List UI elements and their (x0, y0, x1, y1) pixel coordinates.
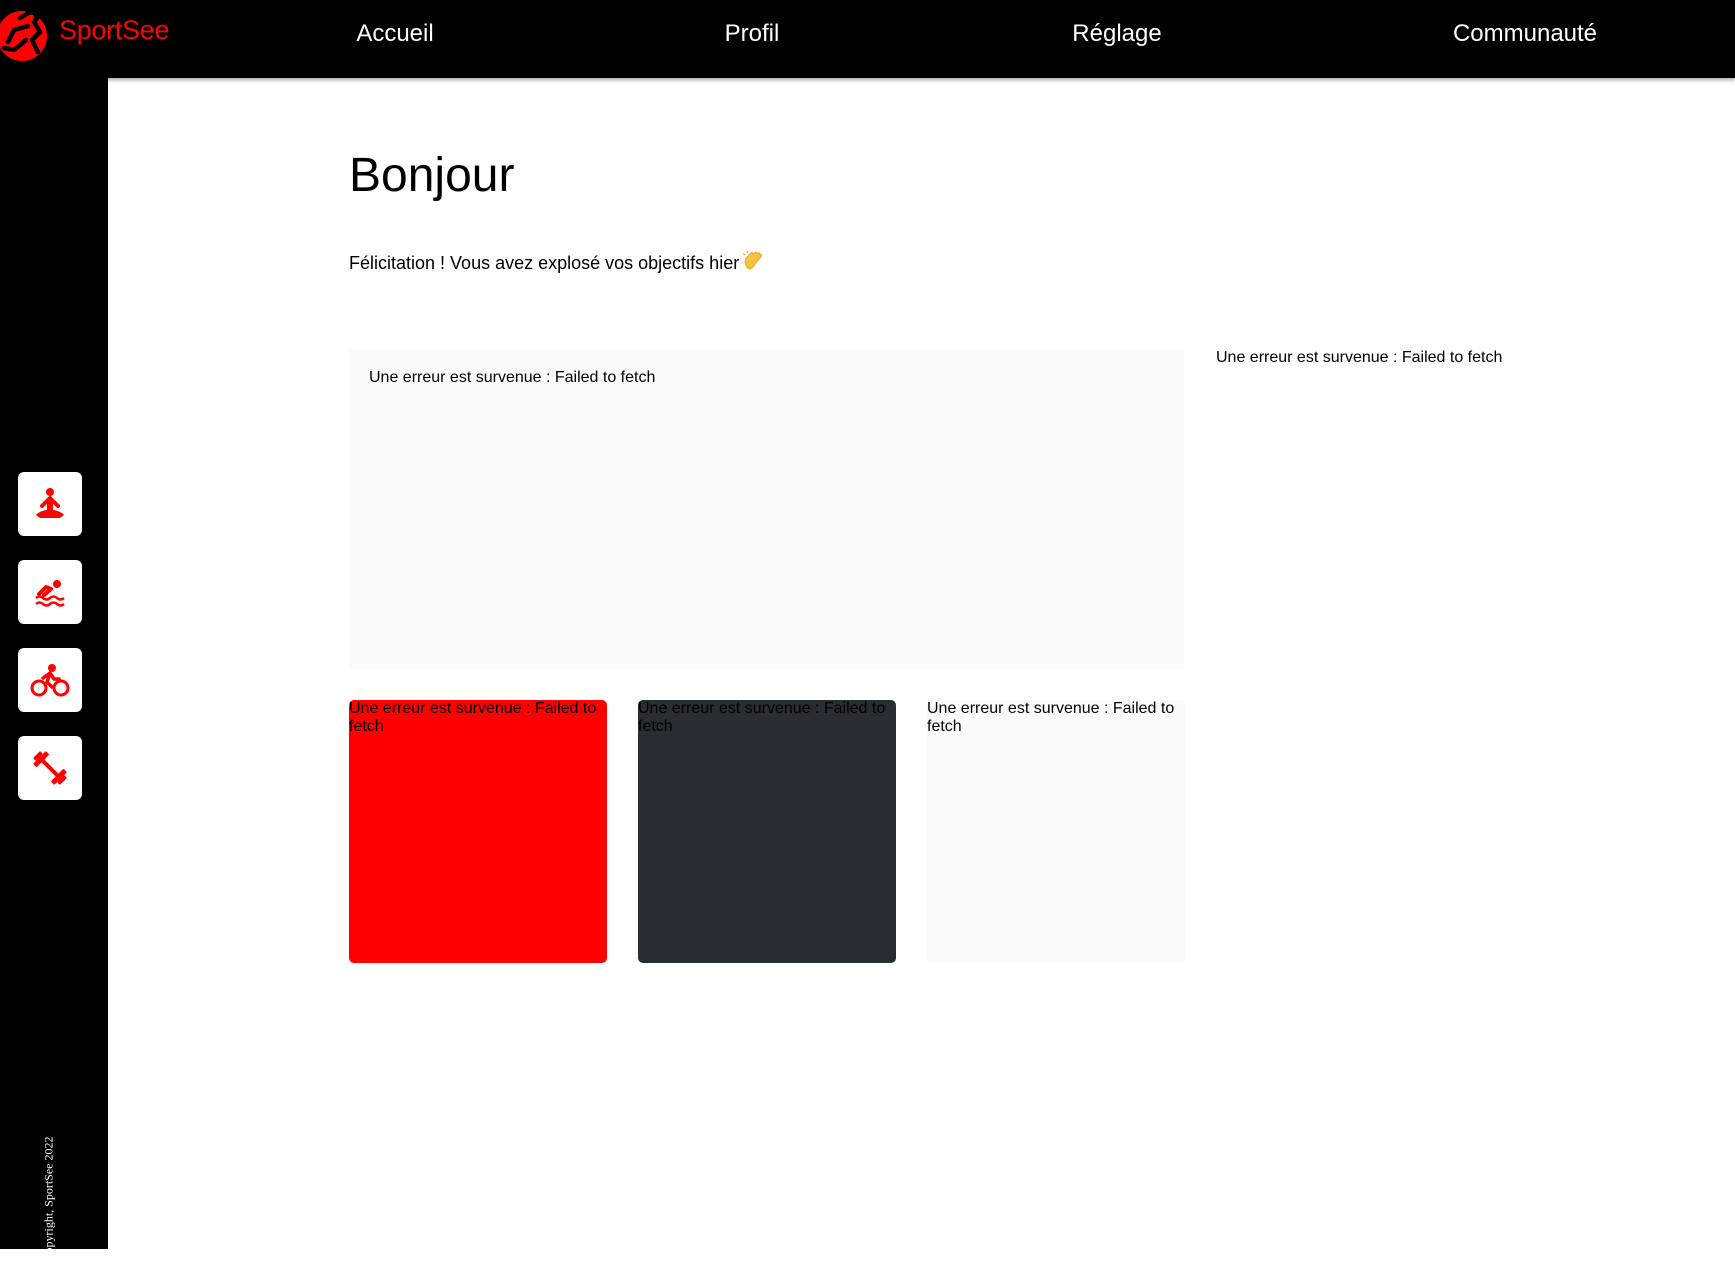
nav-reglage[interactable]: Réglage (1072, 20, 1161, 48)
nav-accueil[interactable]: Accueil (356, 20, 433, 48)
dumbbell-icon (33, 751, 67, 785)
score-panel: Une erreur est survenue : Failed to fetc… (927, 700, 1185, 963)
brand-name: SportSee (59, 14, 170, 45)
sidebar-item-cycling[interactable] (18, 648, 82, 712)
nav-communaute[interactable]: Communauté (1453, 20, 1597, 48)
activity-chart-panel: Une erreur est survenue : Failed to fetc… (349, 349, 1184, 669)
copyright-text: Copyright, SportSee 2022 (41, 1136, 56, 1262)
performance-radar-panel: Une erreur est survenue : Failed to fetc… (638, 700, 896, 963)
cycling-icon (30, 664, 70, 697)
activity-error-message: Une erreur est survenue : Failed to fetc… (369, 369, 656, 386)
performance-error-message: Une erreur est survenue : Failed to fetc… (638, 700, 886, 735)
session-duration-panel: Une erreur est survenue : Failed to fetc… (349, 700, 607, 963)
session-duration-error-message: Une erreur est survenue : Failed to fetc… (349, 700, 597, 735)
key-data-error-message: Une erreur est survenue : Failed to fetc… (1216, 349, 1503, 366)
sidebar-item-weights[interactable] (18, 736, 82, 800)
sidebar-item-swimming[interactable] (18, 560, 82, 624)
congrats-message: Félicitation ! Vous avez explosé vos obj… (349, 250, 765, 276)
page-title: Bonjour (349, 149, 515, 202)
score-error-message: Une erreur est survenue : Failed to fetc… (927, 700, 1175, 735)
top-navigation-bar: SportSee Accueil Profil Réglage Communau… (0, 0, 1735, 78)
congrats-message-text: Félicitation ! Vous avez explosé vos obj… (349, 253, 740, 273)
runner-logo-icon (0, 9, 47, 61)
swimming-icon (35, 580, 65, 607)
yoga-icon (36, 488, 64, 518)
nav-profil[interactable]: Profil (725, 20, 780, 48)
left-sidebar: Copyright, SportSee 2022 (0, 78, 108, 1262)
sportsee-logo[interactable]: SportSee (0, 4, 169, 64)
clapping-hands-icon (743, 250, 765, 276)
sidebar-item-yoga[interactable] (18, 472, 82, 536)
